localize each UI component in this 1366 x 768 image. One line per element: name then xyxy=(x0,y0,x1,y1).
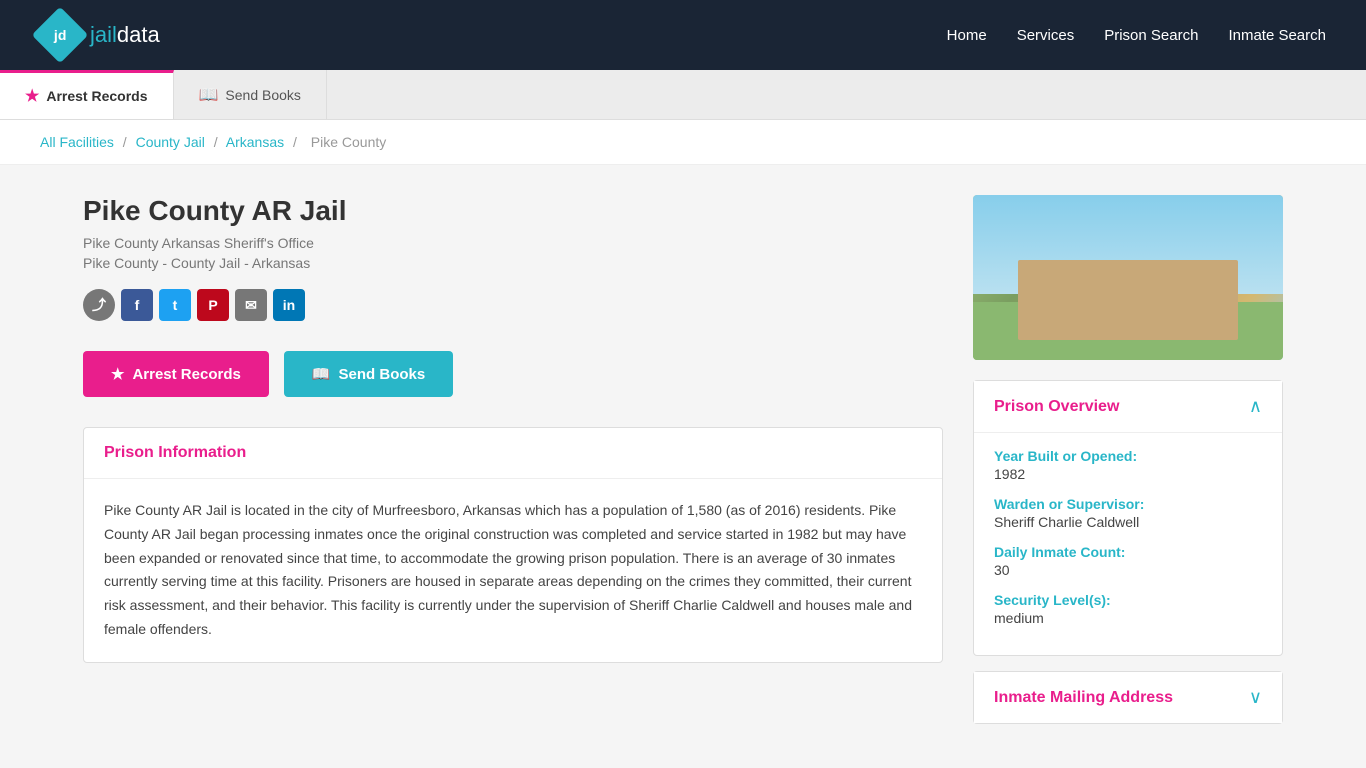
building-shape xyxy=(1018,260,1238,340)
inmate-mailing-card: Inmate Mailing Address ∨ xyxy=(973,671,1283,724)
jail-title: Pike County AR Jail xyxy=(83,195,943,227)
arrest-records-button[interactable]: ★ Arrest Records xyxy=(83,351,269,397)
overview-inmate-count-label: Daily Inmate Count: xyxy=(994,544,1262,560)
navbar: jd jaildata Home Services Prison Search … xyxy=(0,0,1366,70)
prison-info-text: Pike County AR Jail is located in the ci… xyxy=(104,499,922,642)
share-twitter-button[interactable]: t xyxy=(159,289,191,321)
breadcrumb: All Facilities / County Jail / Arkansas … xyxy=(0,120,1366,165)
send-books-button[interactable]: 📖 Send Books xyxy=(284,351,453,397)
overview-collapse-button[interactable]: ∧ xyxy=(1249,396,1262,417)
main-content: Pike County AR Jail Pike County Arkansas… xyxy=(43,165,1323,754)
overview-security-value: medium xyxy=(994,610,1262,626)
tab-send-books[interactable]: 📖 Send Books xyxy=(174,70,327,119)
tab-arrest-records[interactable]: ★ Arrest Records xyxy=(0,70,174,119)
nav-prison-search[interactable]: Prison Search xyxy=(1104,27,1198,44)
breadcrumb-county-jail[interactable]: County Jail xyxy=(136,134,205,150)
prison-info-header: Prison Information xyxy=(84,428,942,479)
tab-send-books-label: Send Books xyxy=(225,87,301,103)
book-icon: 📖 xyxy=(199,85,219,105)
nav-home[interactable]: Home xyxy=(947,27,987,44)
breadcrumb-all-facilities[interactable]: All Facilities xyxy=(40,134,114,150)
prison-overview-title: Prison Overview xyxy=(994,398,1119,416)
jail-meta: Pike County - County Jail - Arkansas xyxy=(83,255,943,271)
share-email-button[interactable]: ✉ xyxy=(235,289,267,321)
prison-overview-header: Prison Overview ∧ xyxy=(974,381,1282,433)
brand-logo[interactable]: jd jaildata xyxy=(40,15,160,55)
tabs-bar: ★ Arrest Records 📖 Send Books xyxy=(0,70,1366,120)
logo-initials: jd xyxy=(54,27,66,43)
prison-info-title: Prison Information xyxy=(104,444,246,461)
overview-security-row: Security Level(s): medium xyxy=(994,592,1262,626)
star-icon: ★ xyxy=(25,86,39,106)
inmate-mailing-title: Inmate Mailing Address xyxy=(994,689,1173,707)
left-column: Pike County AR Jail Pike County Arkansas… xyxy=(83,195,943,724)
breadcrumb-current: Pike County xyxy=(311,134,386,150)
arrest-star-icon: ★ xyxy=(111,365,124,383)
tab-arrest-records-label: Arrest Records xyxy=(46,88,147,104)
breadcrumb-arkansas[interactable]: Arkansas xyxy=(226,134,284,150)
overview-inmate-count-row: Daily Inmate Count: 30 xyxy=(994,544,1262,578)
nav-links: Home Services Prison Search Inmate Searc… xyxy=(947,27,1326,44)
overview-inmate-count-value: 30 xyxy=(994,562,1262,578)
prison-overview-card: Prison Overview ∧ Year Built or Opened: … xyxy=(973,380,1283,656)
share-pinterest-button[interactable]: P xyxy=(197,289,229,321)
mailing-expand-button[interactable]: ∨ xyxy=(1249,687,1262,708)
jail-photo xyxy=(973,195,1283,360)
inmate-mailing-header: Inmate Mailing Address ∨ xyxy=(974,672,1282,723)
overview-year-value: 1982 xyxy=(994,466,1262,482)
logo-diamond: jd xyxy=(32,7,89,64)
overview-warden-row: Warden or Supervisor: Sheriff Charlie Ca… xyxy=(994,496,1262,530)
social-share: ⤴ f t P ✉ in xyxy=(83,289,943,321)
prison-info-card: Prison Information Pike County AR Jail i… xyxy=(83,427,943,663)
arrest-records-label: Arrest Records xyxy=(132,366,240,383)
overview-warden-value: Sheriff Charlie Caldwell xyxy=(994,514,1262,530)
prison-info-body: Pike County AR Jail is located in the ci… xyxy=(84,479,942,662)
brand-name: jaildata xyxy=(90,22,160,48)
overview-year-label: Year Built or Opened: xyxy=(994,448,1262,464)
nav-services[interactable]: Services xyxy=(1017,27,1075,44)
overview-year-row: Year Built or Opened: 1982 xyxy=(994,448,1262,482)
share-linkedin-button[interactable]: in xyxy=(273,289,305,321)
prison-overview-body: Year Built or Opened: 1982 Warden or Sup… xyxy=(974,433,1282,655)
jail-subtitle1: Pike County Arkansas Sheriff's Office xyxy=(83,235,943,251)
right-column: Prison Overview ∧ Year Built or Opened: … xyxy=(973,195,1283,724)
share-facebook-button[interactable]: f xyxy=(121,289,153,321)
action-buttons: ★ Arrest Records 📖 Send Books xyxy=(83,351,943,397)
share-generic-button[interactable]: ⤴ xyxy=(83,289,115,321)
overview-security-label: Security Level(s): xyxy=(994,592,1262,608)
overview-warden-label: Warden or Supervisor: xyxy=(994,496,1262,512)
send-books-icon: 📖 xyxy=(312,365,331,383)
nav-inmate-search[interactable]: Inmate Search xyxy=(1228,27,1326,44)
send-books-label: Send Books xyxy=(339,366,426,383)
